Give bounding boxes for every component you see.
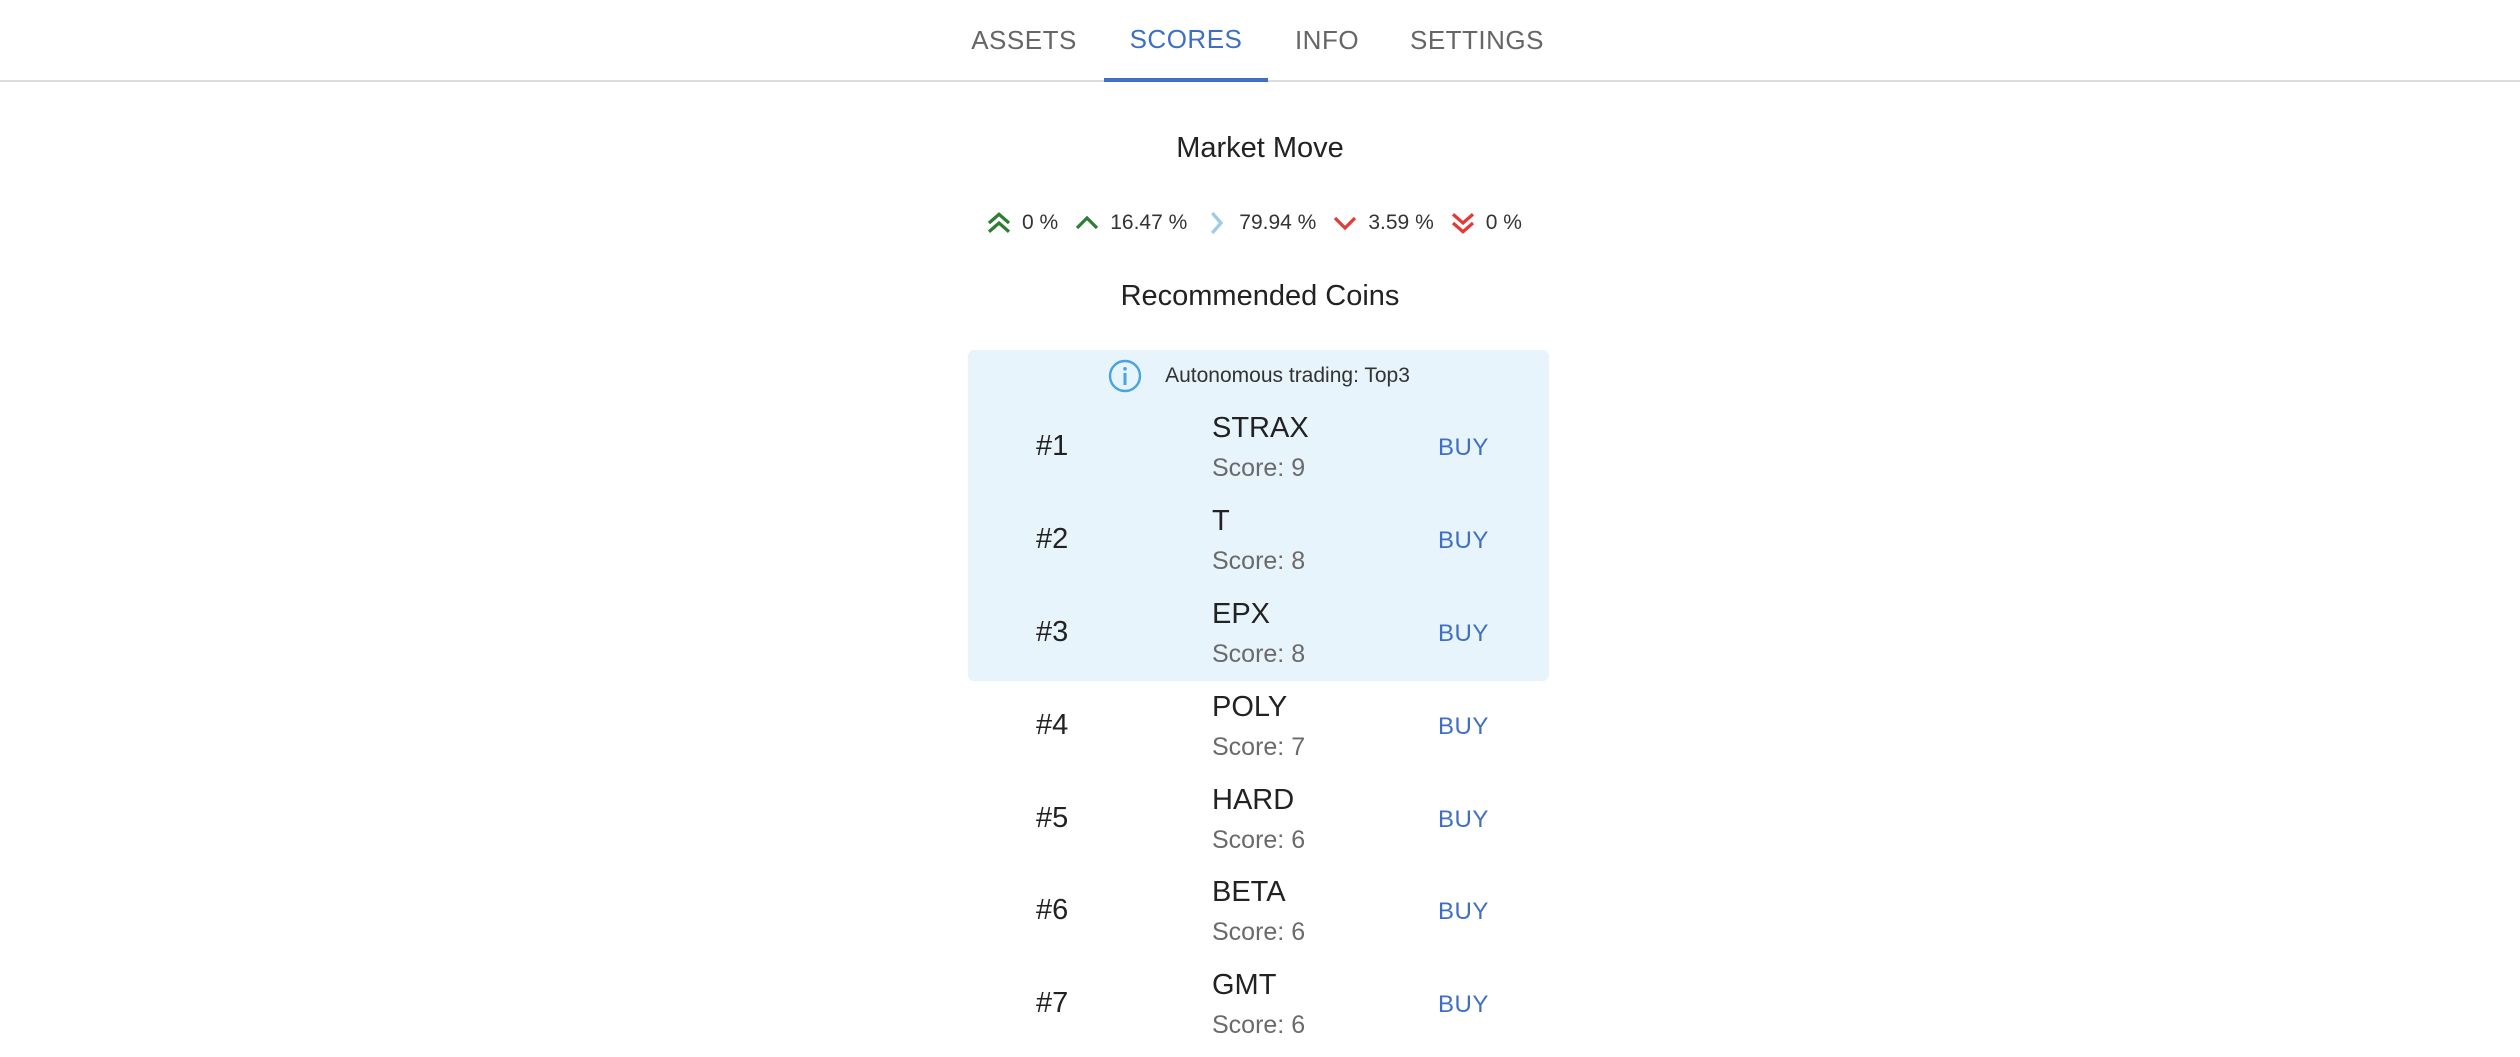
coin-row: #2 T Score: 8 BUY [968,503,1549,591]
tab-scores[interactable]: SCORES [1104,0,1268,82]
coin-name: GMT [1212,969,1277,1001]
chevron-right-icon [1211,211,1224,235]
coin-name: EPX [1212,598,1271,630]
buy-button[interactable]: BUY [1438,991,1489,1019]
tab-settings[interactable]: SETTINGS [1400,0,1554,80]
coin-name: BETA [1212,876,1286,908]
market-move-value: 3.59 % [1368,211,1434,234]
tab-assets[interactable]: ASSETS [958,0,1090,80]
market-move-item: 0 % [1448,208,1536,238]
coin-name: STRAX [1212,412,1309,444]
coin-row: #6 BETA Score: 6 BUY [968,874,1549,962]
coin-name: HARD [1212,784,1295,816]
autonomous-trading-text: Autonomous trading: Top3 [1165,364,1410,387]
coin-row: #3 EPX Score: 8 BUY [968,596,1549,684]
coin-rank: #7 [1036,987,1069,1019]
coin-score: Score: 8 [1212,547,1306,575]
chevron-down-icon [1334,216,1357,231]
coin-score: Score: 8 [1212,640,1306,668]
market-move-value: 0 % [1022,211,1059,234]
coin-rank: #4 [1036,709,1069,741]
coin-score: Score: 9 [1212,454,1306,482]
coin-name: POLY [1212,691,1288,723]
coin-row: #4 POLY Score: 7 BUY [968,689,1549,777]
coin-score: Score: 6 [1212,826,1306,854]
coin-rank: #1 [1036,430,1069,462]
coin-row: #1 STRAX Score: 9 BUY [968,410,1549,498]
coin-score: Score: 7 [1212,733,1306,761]
buy-button[interactable]: BUY [1438,898,1489,926]
chevron-up-icon [1076,215,1099,230]
market-move-item: 0 % [984,208,1072,238]
coin-score: Score: 6 [1212,918,1306,946]
market-move-value: 16.47 % [1110,211,1188,234]
coin-name: T [1212,505,1230,537]
double-chevron-down-icon [1451,213,1474,234]
tab-bar: ASSETS SCORES INFO SETTINGS [0,0,2520,82]
market-move-item: 3.59 % [1330,208,1447,238]
buy-button[interactable]: BUY [1438,713,1489,741]
recommended-coins-title: Recommended Coins [1120,280,1400,312]
coin-rank: #5 [1036,802,1069,834]
tab-info[interactable]: INFO [1282,0,1372,80]
info-icon [1108,359,1142,393]
coin-rank: #3 [1036,616,1069,648]
coin-rank: #6 [1036,894,1069,926]
market-move-row: 0 % 16.47 % 79.94 % 3.59 % 0 % [0,206,2520,240]
market-move-item: 16.47 % [1072,208,1201,238]
market-move-item: 79.94 % [1201,208,1330,238]
coin-rank: #2 [1036,523,1069,555]
coin-score: Score: 6 [1212,1011,1306,1039]
market-move-value: 79.94 % [1239,211,1317,234]
buy-button[interactable]: BUY [1438,434,1489,462]
coin-row: #7 GMT Score: 6 BUY [968,967,1549,1055]
buy-button[interactable]: BUY [1438,527,1489,555]
market-move-title: Market Move [1176,132,1344,164]
buy-button[interactable]: BUY [1438,806,1489,834]
market-move-value: 0 % [1485,211,1522,234]
double-chevron-up-icon [987,212,1011,233]
coin-row: #5 HARD Score: 6 BUY [968,782,1549,870]
buy-button[interactable]: BUY [1438,620,1489,648]
autonomous-trading-info: Autonomous trading: Top3 [968,358,1549,394]
